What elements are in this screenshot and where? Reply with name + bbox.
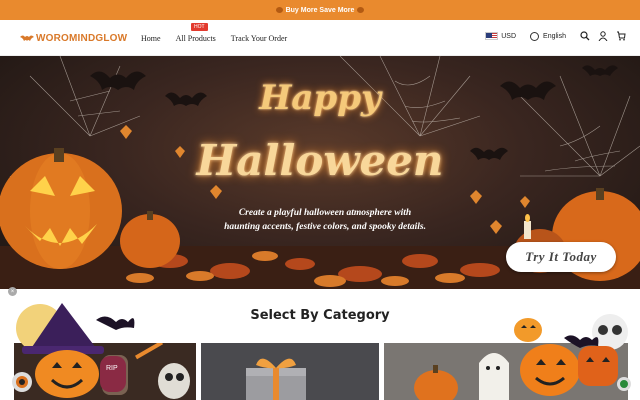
category-image xyxy=(14,343,196,400)
pumpkin-icon xyxy=(357,7,365,13)
cart-icon[interactable] xyxy=(616,31,626,41)
header-nav: WOROMINDGLOW Home All Products Track You… xyxy=(0,20,640,56)
category-image xyxy=(201,343,379,400)
section-heading: Select By Category xyxy=(250,308,390,323)
bat-icon xyxy=(20,35,34,41)
language-label: English xyxy=(543,32,566,40)
flag-us-icon xyxy=(485,32,499,40)
nav-item-all-products[interactable]: All Products xyxy=(176,34,216,43)
category-card-gift-box[interactable] xyxy=(201,343,379,400)
banner-tagline-line2: haunting accents, festive colors, and sp… xyxy=(224,222,426,232)
logo-text: WOROMINDGLOW xyxy=(36,32,128,44)
banner-tagline: Create a playful halloween atmosphere wi… xyxy=(190,206,460,234)
currency-selector[interactable]: USD xyxy=(485,32,516,40)
promo-text: Buy More Save More xyxy=(285,6,355,14)
nav-item-track-order[interactable]: Track Your Order xyxy=(231,34,287,43)
main-menu: Home All Products Track Your Order xyxy=(141,34,287,43)
close-icon[interactable]: × xyxy=(8,287,17,296)
category-card-halloween-decor[interactable] xyxy=(14,343,196,400)
banner-title-line1: Happy xyxy=(259,78,381,118)
try-it-today-button[interactable]: Try It Today xyxy=(506,242,616,272)
pumpkin-icon xyxy=(275,7,283,13)
promo-bar: Buy More Save More xyxy=(0,0,640,20)
search-icon[interactable] xyxy=(580,31,590,41)
category-cards xyxy=(0,343,640,400)
currency-label: USD xyxy=(501,32,517,40)
user-icon[interactable] xyxy=(598,31,608,41)
category-card-pumpkin-ghost[interactable] xyxy=(384,343,628,400)
category-image xyxy=(384,343,628,400)
nav-item-home[interactable]: Home xyxy=(141,34,161,43)
language-selector[interactable]: English xyxy=(530,31,566,41)
banner-title-line2: Halloween xyxy=(196,136,444,185)
banner-tagline-line1: Create a playful halloween atmosphere wi… xyxy=(238,208,412,218)
header-actions: USD English xyxy=(485,31,626,41)
brand-logo[interactable]: WOROMINDGLOW xyxy=(20,32,127,44)
globe-icon xyxy=(530,31,540,41)
hot-badge: HOT xyxy=(191,23,208,31)
